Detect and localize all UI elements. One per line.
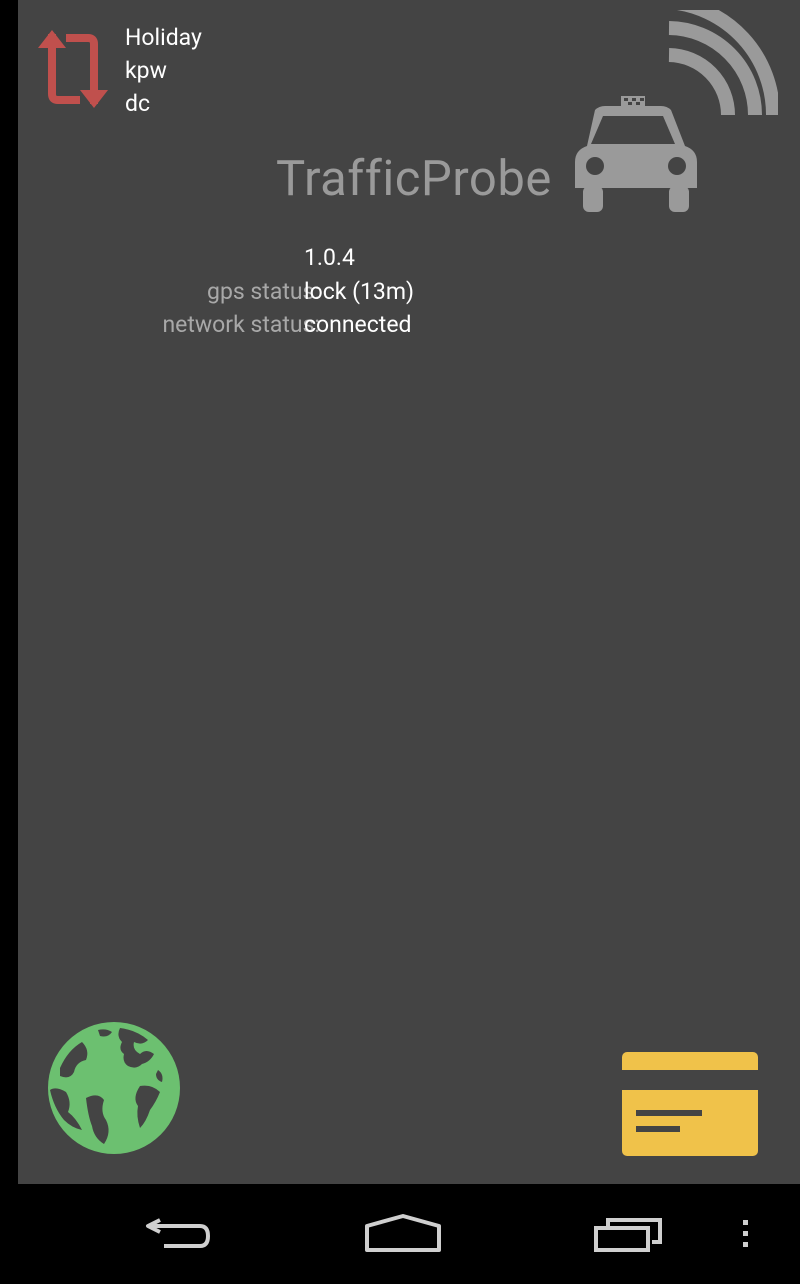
overflow-menu-icon xyxy=(743,1220,748,1247)
home-icon xyxy=(365,1214,441,1252)
card-icon[interactable] xyxy=(622,1052,758,1156)
network-status-value: connected xyxy=(304,311,412,338)
back-button[interactable] xyxy=(130,1184,226,1280)
navigation-bar xyxy=(0,1184,800,1280)
globe-icon[interactable] xyxy=(46,1020,182,1156)
info-line-1: Holiday xyxy=(125,24,202,51)
back-icon xyxy=(146,1218,211,1248)
app-title: TrafficProbe xyxy=(276,150,552,207)
taxi-signal-icon xyxy=(573,0,781,215)
recent-apps-button[interactable] xyxy=(580,1184,676,1280)
version-text: 1.0.4 xyxy=(304,244,355,271)
home-button[interactable] xyxy=(355,1184,451,1280)
info-line-3: dc xyxy=(125,90,151,117)
sync-icon[interactable] xyxy=(38,28,108,110)
info-line-2: kpw xyxy=(125,57,167,84)
network-status-label: network status: xyxy=(162,311,320,338)
overflow-menu-button[interactable] xyxy=(730,1184,770,1280)
recent-apps-icon xyxy=(594,1218,662,1252)
app-screen: Holiday kpw dc TrafficProbe 1.0.4 gps st… xyxy=(18,0,800,1184)
gps-status-value: lock (13m) xyxy=(304,278,415,305)
